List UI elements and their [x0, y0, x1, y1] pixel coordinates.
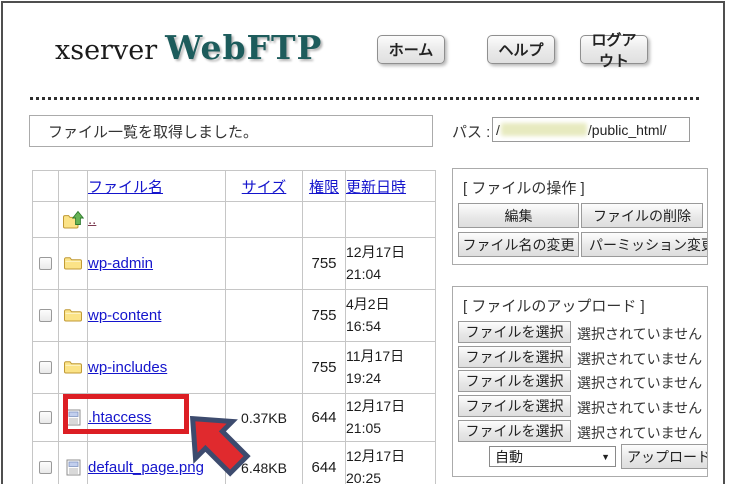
file-modified	[345, 201, 436, 238]
file-select-status: 選択されていません	[577, 351, 703, 367]
file-select-button[interactable]: ファイルを選択	[458, 420, 571, 442]
file-operations-panel: [ ファイルの操作 ] 編集 ファイルの削除 ファイル名の変更 パーミッション変更	[452, 168, 708, 265]
file-size: 0.37KB	[225, 393, 303, 442]
file-permission: 644	[302, 441, 346, 484]
file-size	[225, 289, 303, 342]
upload-title: [ ファイルのアップロード ]	[463, 298, 645, 315]
file-permission	[302, 201, 346, 238]
file-row: wp-content 755 4月2日 16:54	[32, 289, 436, 342]
file-select-button[interactable]: ファイルを選択	[458, 395, 571, 417]
column-header-filename[interactable]: ファイル名	[89, 179, 164, 196]
column-header-icon-spacer	[58, 170, 88, 202]
path-suffix: /public_html/	[587, 121, 667, 138]
file-row: .htaccess 0.37KB 644 12月17日 21:05	[32, 393, 436, 442]
logo-brand: xserver	[55, 35, 158, 66]
row-checkbox[interactable]	[39, 308, 52, 322]
file-modified: 11月17日 19:24	[345, 341, 436, 394]
nav-home-button[interactable]: ホーム	[377, 35, 445, 64]
file-size	[225, 237, 303, 290]
file-row: ..	[32, 201, 436, 238]
folder-up-icon	[62, 210, 85, 228]
nav-help-button[interactable]: ヘルプ	[487, 35, 555, 64]
row-checkbox[interactable]	[39, 410, 52, 424]
file-link[interactable]: ..	[89, 211, 97, 228]
edit-button[interactable]: 編集	[458, 203, 579, 228]
file-table: ファイル名 サイズ 権限 更新日時 .. wp-admin 755 12月17日 21:04 w…	[32, 170, 436, 484]
row-checkbox[interactable]	[39, 360, 52, 374]
file-modified: 12月17日 21:05	[345, 393, 436, 442]
redacted-path-segment	[500, 123, 587, 136]
status-message-box: ファイル一覧を取得しました。	[29, 115, 433, 147]
rename-file-button[interactable]: ファイル名の変更	[458, 232, 579, 257]
folder-icon	[63, 307, 83, 324]
upload-mode-select[interactable]: 自動 ▼	[489, 446, 616, 467]
file-select-status: 選択されていません	[577, 375, 703, 391]
file-select-status: 選択されていません	[577, 400, 703, 416]
file-row: wp-includes 755 11月17日 19:24	[32, 341, 436, 394]
change-permission-button[interactable]: パーミッション変更	[581, 232, 707, 257]
file-link[interactable]: wp-content	[89, 307, 162, 324]
folder-icon	[63, 255, 83, 272]
path-label: パス :	[452, 124, 491, 141]
file-select-button[interactable]: ファイルを選択	[458, 321, 571, 343]
file-icon	[66, 409, 81, 426]
upload-mode-value: 自動	[495, 448, 523, 465]
file-select-status: 選択されていません	[577, 425, 703, 441]
column-header-permission[interactable]: 権限	[309, 179, 339, 196]
file-row: default_page.png 6.48KB 644 12月17日 20:25	[32, 441, 436, 484]
file-size	[225, 341, 303, 394]
nav-logout-button[interactable]: ログアウト	[580, 32, 648, 70]
file-select-status: 選択されていません	[577, 326, 703, 342]
upload-panel: [ ファイルのアップロード ] ファイルを選択 選択されていません ファイルを選択選…	[452, 286, 708, 477]
file-modified: 12月17日 20:25	[345, 441, 436, 484]
delete-file-button[interactable]: ファイルの削除	[581, 203, 703, 228]
file-permission: 755	[302, 237, 346, 290]
header-nav: ホーム ヘルプ ログアウト	[377, 32, 648, 70]
column-header-size[interactable]: サイズ	[242, 179, 287, 196]
logo-product: WebFTP	[165, 28, 323, 67]
column-header-modified[interactable]: 更新日時	[347, 179, 407, 196]
path-field[interactable]: / /public_html/	[492, 117, 690, 142]
file-link[interactable]: wp-admin	[89, 255, 154, 272]
upload-submit-button[interactable]: アップロード	[621, 444, 707, 469]
file-icon	[66, 459, 81, 476]
webftp-page: xserver WebFTP ホーム ヘルプ ログアウト ファイル一覧を取得しました。…	[0, 0, 733, 484]
file-modified: 12月17日 21:04	[345, 237, 436, 290]
file-link[interactable]: default_page.png	[89, 459, 204, 476]
file-permission: 755	[302, 341, 346, 394]
file-size	[225, 201, 303, 238]
file-select-button[interactable]: ファイルを選択	[458, 370, 571, 392]
folder-icon	[63, 359, 83, 376]
table-header-row: ファイル名 サイズ 権限 更新日時	[32, 170, 436, 202]
app-logo: xserver WebFTP	[55, 28, 322, 67]
file-modified: 4月2日 16:54	[345, 289, 436, 342]
file-select-button[interactable]: ファイルを選択	[458, 346, 571, 368]
file-operations-title: [ ファイルの操作 ]	[463, 180, 585, 197]
column-header-check-spacer	[32, 170, 59, 202]
status-message: ファイル一覧を取得しました。	[48, 123, 259, 141]
path-prefix: /	[496, 121, 500, 138]
dotted-divider	[30, 97, 702, 100]
file-link[interactable]: wp-includes	[89, 359, 168, 376]
file-link[interactable]: .htaccess	[89, 409, 152, 426]
file-row: wp-admin 755 12月17日 21:04	[32, 237, 436, 290]
dropdown-caret-icon: ▼	[601, 451, 610, 462]
file-size: 6.48KB	[225, 441, 303, 484]
file-permission: 755	[302, 289, 346, 342]
row-checkbox[interactable]	[39, 460, 52, 474]
row-checkbox[interactable]	[39, 256, 52, 270]
file-permission: 644	[302, 393, 346, 442]
